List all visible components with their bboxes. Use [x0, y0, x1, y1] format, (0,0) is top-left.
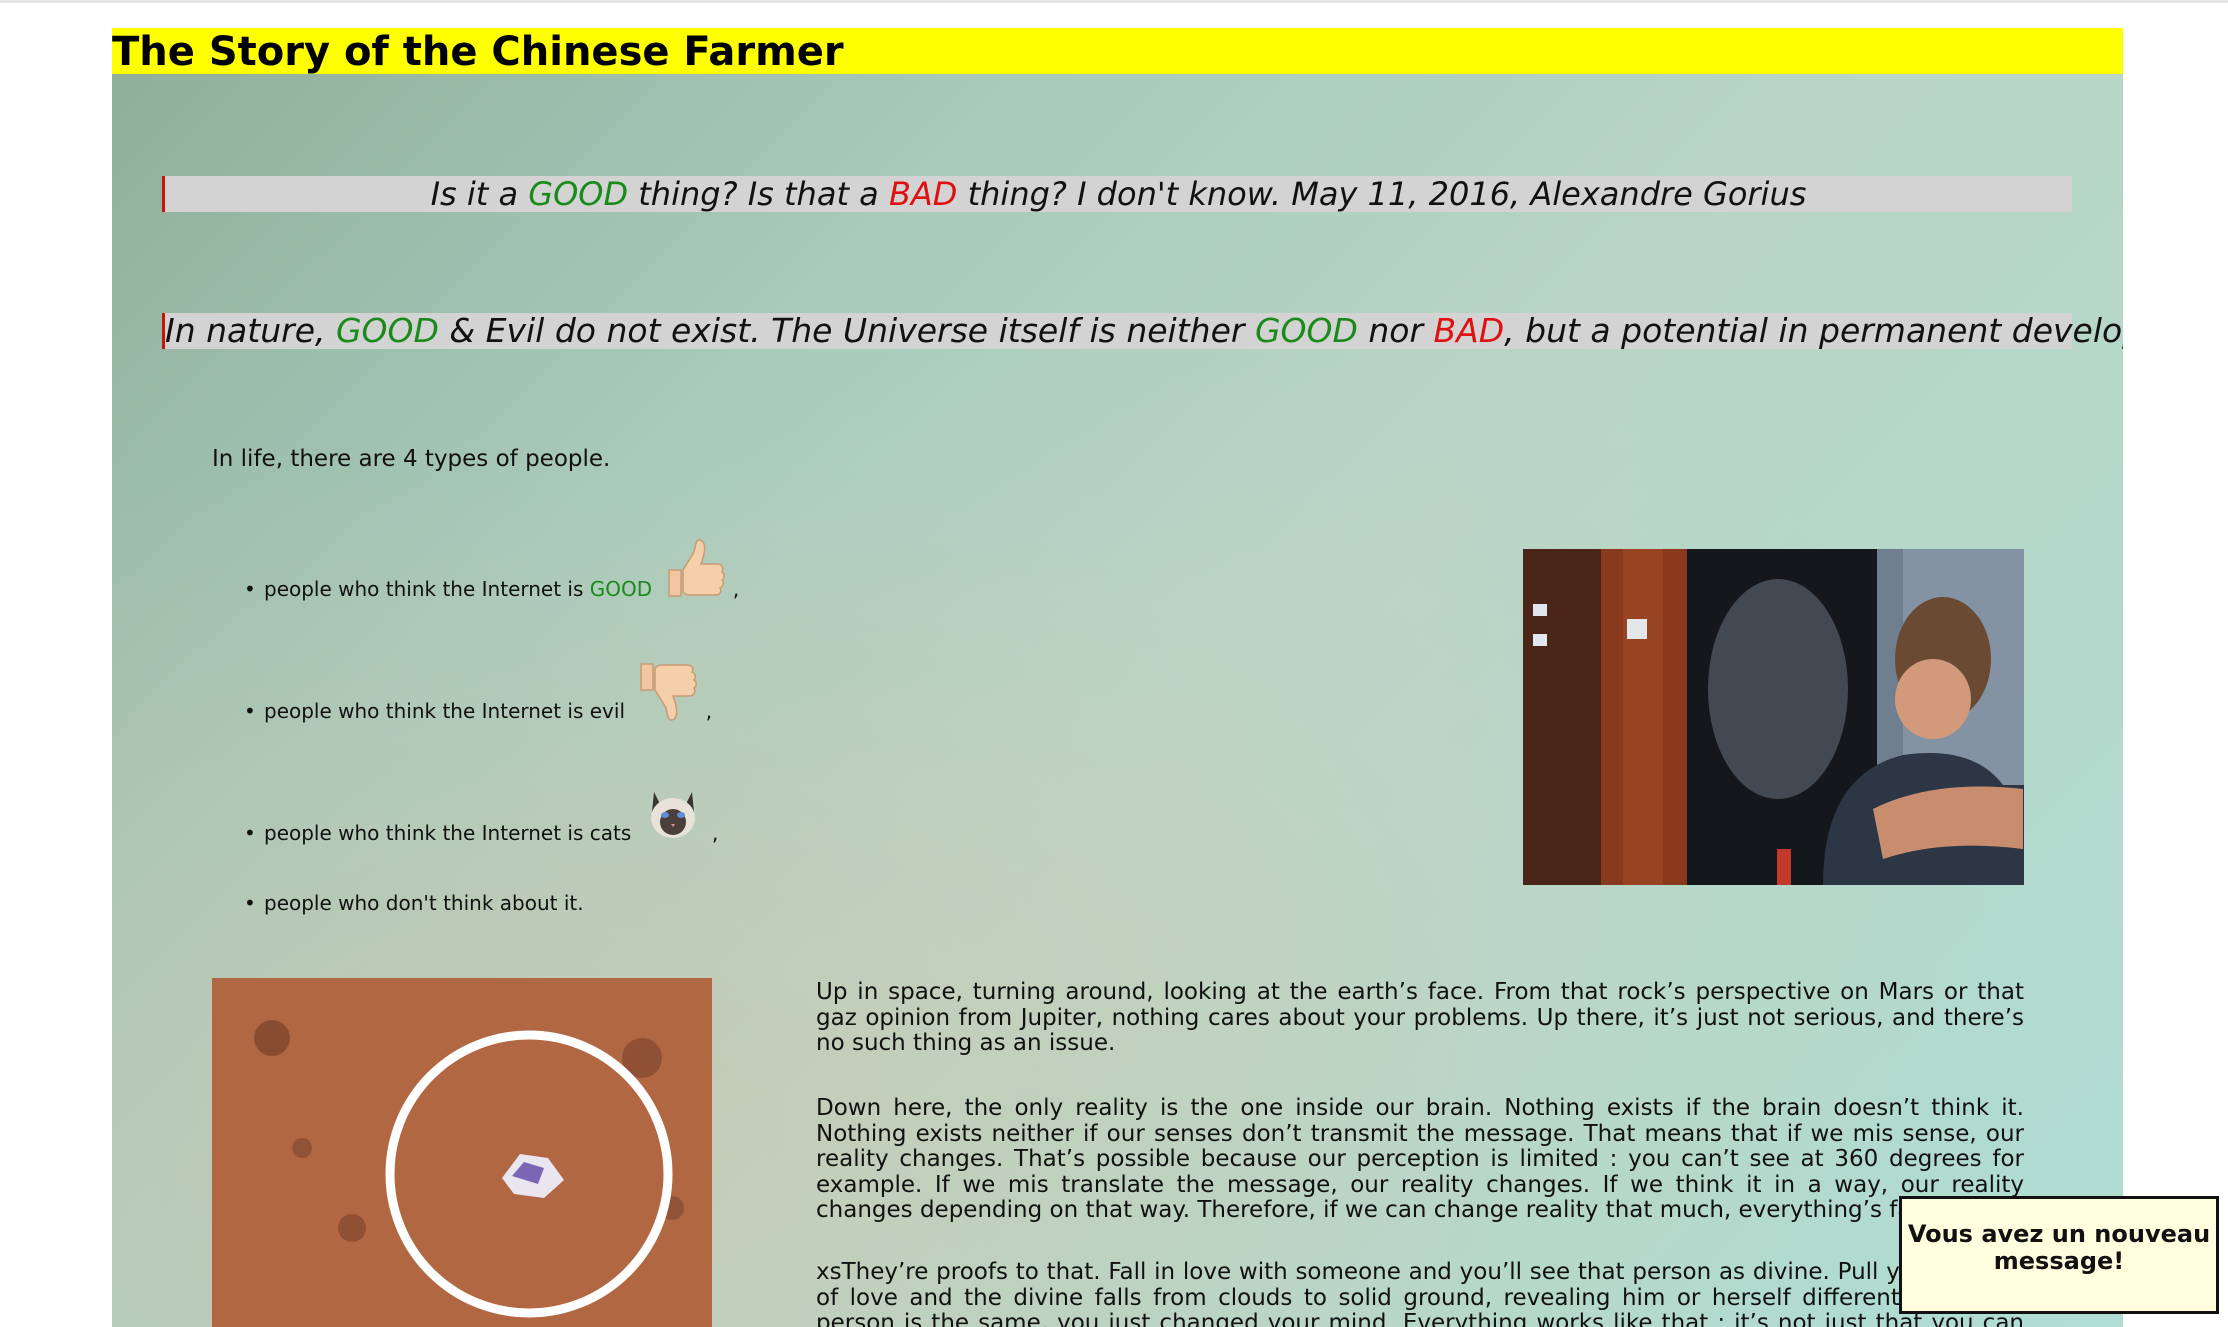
- list-item-comma: ,: [732, 577, 740, 601]
- mars-rock-photo: [212, 978, 712, 1327]
- quote-text: , but a potential in permanent developme…: [1504, 311, 2123, 350]
- bullet: •: [244, 577, 256, 601]
- list-item-text: people who think the Internet is cats: [264, 821, 632, 845]
- list-item-text: people who think the Internet is: [264, 577, 590, 601]
- bullet: •: [244, 699, 256, 723]
- paragraph: xsThey’re proofs to that. Fall in love w…: [816, 1259, 2024, 1327]
- intro-text: In life, there are 4 types of people.: [212, 446, 611, 472]
- list-item-text: people who don't think about it.: [264, 891, 584, 915]
- good-word: GOOD: [335, 311, 439, 350]
- list-item-comma: ,: [711, 821, 719, 845]
- thumbs-up-icon: [667, 539, 725, 597]
- good-word: GOOD: [589, 577, 653, 601]
- list-item: • people who don't think about it.: [244, 890, 584, 916]
- top-border: [0, 0, 2228, 3]
- list-item: • people who think the Internet is cats ,: [244, 780, 718, 846]
- quote-text: thing? Is that a: [628, 175, 889, 213]
- good-word: GOOD: [528, 175, 629, 213]
- bullet: •: [244, 891, 256, 915]
- locker-room-photo: [1523, 549, 2024, 885]
- thumbs-down-icon: [640, 663, 698, 721]
- article-page: The Story of the Chinese Farmer Is it a …: [112, 28, 2123, 1327]
- bad-word: BAD: [888, 175, 958, 213]
- quote-text: nor: [1357, 311, 1434, 350]
- list-item: • people who think the Internet is GOOD ,: [244, 536, 739, 602]
- quote-nature: In nature, GOOD & Evil do not exist. The…: [162, 311, 2123, 350]
- quote-text: In nature,: [165, 311, 336, 350]
- bad-word: BAD: [1433, 311, 1505, 350]
- quote-text: & Evil do not exist. The Universe itself…: [438, 311, 1255, 350]
- cat-icon: [650, 792, 695, 838]
- page-title: The Story of the Chinese Farmer: [112, 29, 844, 75]
- good-word: GOOD: [1254, 311, 1358, 350]
- new-message-notification[interactable]: Vous avez un nouveau message!: [1899, 1196, 2219, 1314]
- bullet: •: [244, 821, 256, 845]
- list-item-comma: ,: [705, 699, 713, 723]
- quote-text: Is it a: [430, 175, 529, 213]
- list-item: • people who think the Internet is evil ,: [244, 658, 712, 724]
- quote-dont-know: Is it a GOOD thing? Is that a BAD thing?…: [162, 176, 2072, 212]
- paragraph: Up in space, turning around, looking at …: [816, 979, 2024, 1057]
- quote-text: thing? I don't know. May 11, 2016, Alexa…: [957, 175, 1807, 213]
- paragraph: Down here, the only reality is the one i…: [816, 1095, 2024, 1224]
- list-item-text: people who think the Internet is evil: [264, 699, 626, 723]
